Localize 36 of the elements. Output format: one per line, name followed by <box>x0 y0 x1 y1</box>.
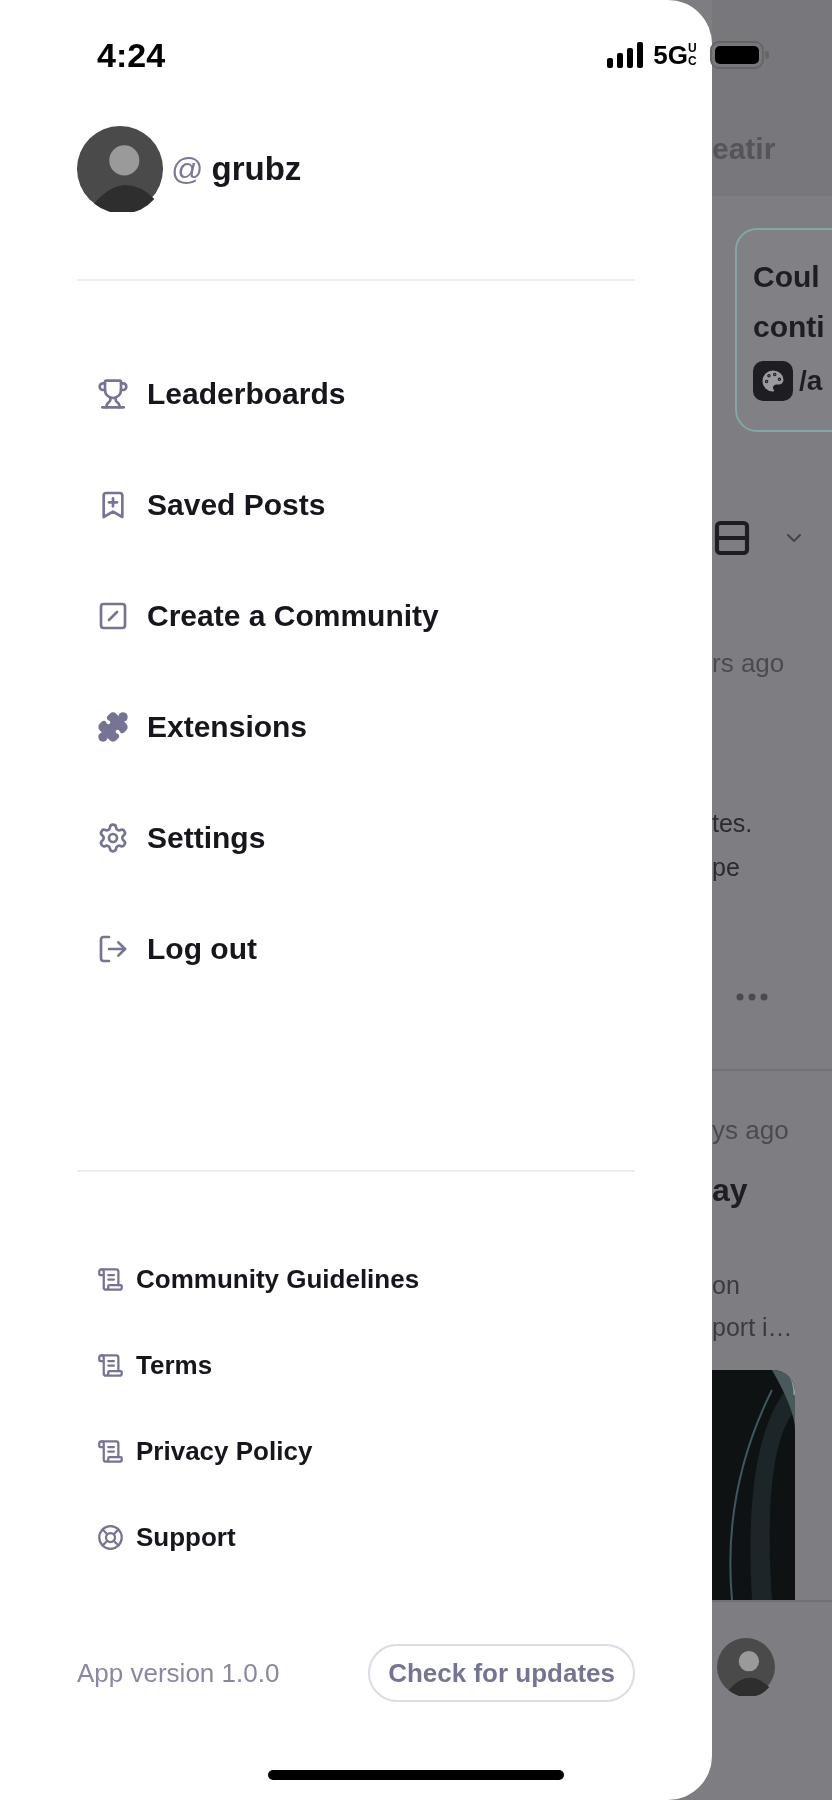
app-version: App version 1.0.0 <box>77 1656 280 1690</box>
signal-icon <box>607 42 644 68</box>
menu-item[interactable]: Log out <box>77 893 635 1004</box>
layout-icon <box>712 518 752 558</box>
trophy-icon <box>97 377 129 410</box>
menu-item[interactable]: Extensions <box>77 671 635 782</box>
post-text-line: tes. <box>712 808 754 839</box>
status-time: 4:24 <box>97 34 166 76</box>
post-title: ay <box>712 1171 749 1210</box>
menu-item[interactable]: Leaderboards <box>77 338 635 449</box>
link-item[interactable]: Support <box>77 1494 635 1580</box>
battery-icon <box>710 41 770 69</box>
community-name: /a <box>799 364 823 398</box>
document-icon <box>97 1265 124 1293</box>
link-item[interactable]: Terms <box>77 1322 635 1408</box>
menu-item[interactable]: Create a Community <box>77 560 635 671</box>
menu-item[interactable]: Saved Posts <box>77 449 635 560</box>
document-icon <box>97 1437 124 1465</box>
post-text-line: port i… <box>712 1312 794 1343</box>
palette-icon <box>753 361 793 401</box>
post-text-line: on <box>712 1270 741 1301</box>
settings-icon <box>97 821 129 854</box>
check-updates-button[interactable]: Check for updates <box>368 1644 635 1702</box>
post-text-line: pe <box>712 852 741 883</box>
link-item[interactable]: Privacy Policy <box>77 1408 635 1494</box>
username: grubz <box>211 149 302 190</box>
puzzle-icon <box>97 710 129 743</box>
avatar <box>717 1638 775 1696</box>
card-title-line: Coul <box>753 259 821 295</box>
lifebuoy-icon <box>97 1523 124 1551</box>
at-sign: @ <box>171 150 204 189</box>
more-icon <box>736 993 768 1001</box>
link-item[interactable]: Community Guidelines <box>77 1236 635 1322</box>
menu-item[interactable]: Settings <box>77 782 635 893</box>
card-title-line: conti <box>753 309 826 345</box>
document-icon <box>97 1351 124 1379</box>
